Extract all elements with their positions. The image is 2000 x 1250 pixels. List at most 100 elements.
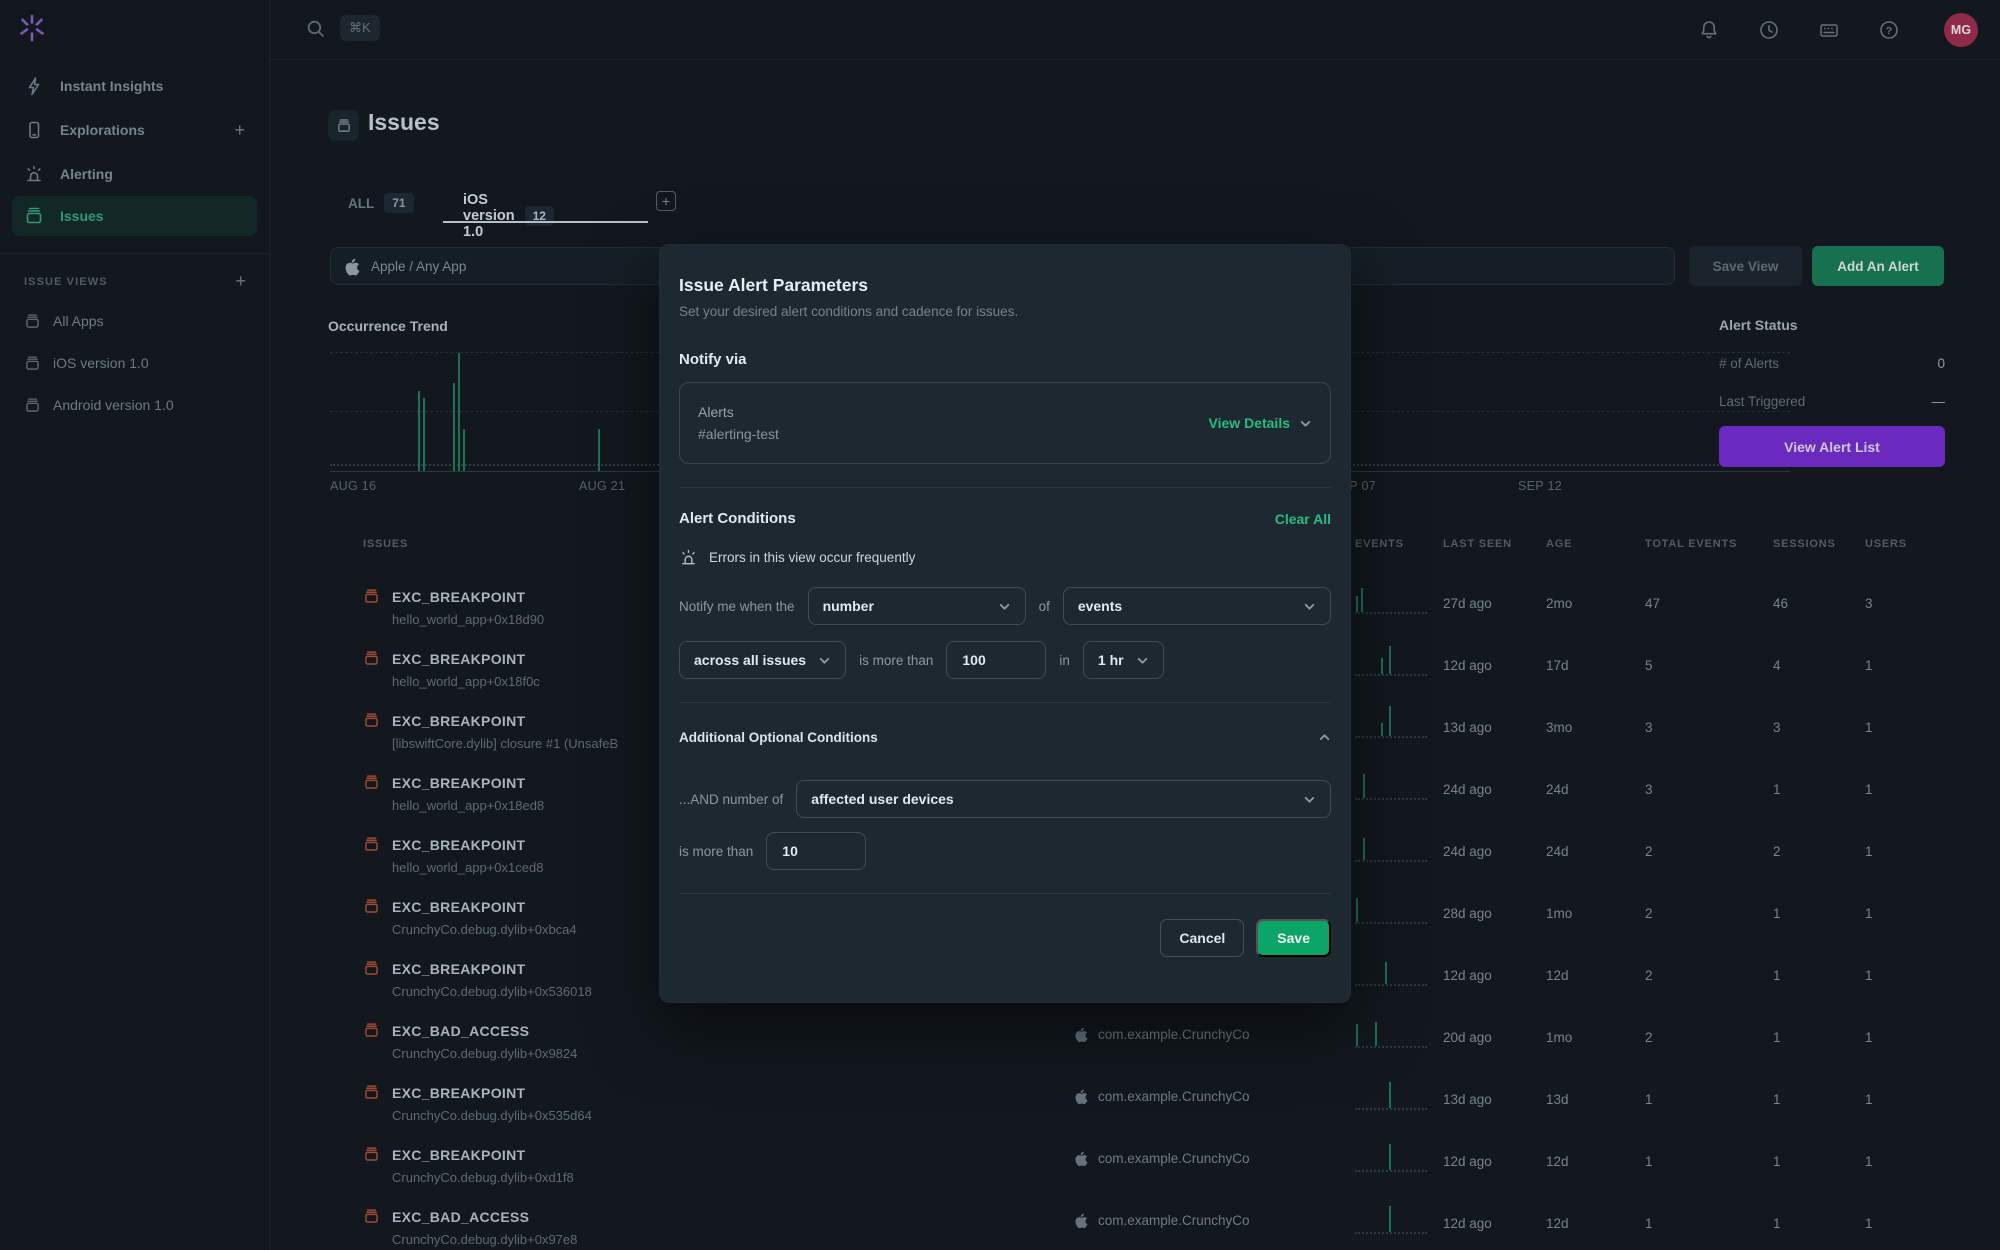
sidebar-nav: Instant Insights Explorations + Alerting… — [0, 64, 269, 236]
view-details-link[interactable]: View Details — [1209, 415, 1312, 431]
sidebar-item-label: Alerting — [60, 166, 113, 182]
notify-integration-name: Alerts — [698, 404, 779, 420]
issue-subtitle: CrunchyCo.debug.dylib+0xbca4 — [392, 922, 577, 937]
events-sparkline — [1355, 1200, 1427, 1234]
alert-status-row: Last Triggered — — [1719, 394, 1945, 409]
global-search[interactable]: ⌘K — [305, 15, 380, 41]
alert-conditions-heading: Alert Conditions — [679, 510, 796, 527]
table-row[interactable]: EXC_BREAKPOINT CrunchyCo.debug.dylib+0xd… — [0, 1126, 2000, 1188]
events-sparkline — [1355, 1138, 1427, 1172]
additional-conditions-toggle[interactable]: Additional Optional Conditions — [679, 730, 1331, 745]
last-seen-cell: 13d ago — [1443, 720, 1492, 735]
issue-icon — [363, 650, 380, 667]
users-cell: 1 — [1865, 658, 1873, 673]
chevron-down-icon — [998, 600, 1011, 613]
add-tab-button[interactable]: + — [656, 191, 676, 211]
notify-via-heading: Notify via — [679, 351, 1331, 368]
age-cell: 12d — [1546, 1216, 1569, 1231]
issue-alert-parameters-modal: Issue Alert Parameters Set your desired … — [659, 244, 1351, 1003]
metric-select[interactable]: number — [808, 587, 1026, 625]
app-logo-icon[interactable] — [16, 12, 48, 44]
last-seen-cell: 27d ago — [1443, 596, 1492, 611]
app-filter-label: Apple / Any App — [371, 259, 466, 274]
view-label: Android version 1.0 — [53, 397, 174, 413]
save-view-button[interactable]: Save View — [1689, 246, 1802, 286]
threshold-input[interactable] — [946, 641, 1046, 679]
issue-subtitle: hello_world_app+0x1ced8 — [392, 860, 543, 875]
alarm-icon — [679, 548, 698, 567]
age-cell: 13d — [1546, 1092, 1569, 1107]
add-issue-view-button[interactable]: + — [235, 271, 246, 292]
help-icon[interactable]: ? — [1878, 19, 1900, 41]
lightning-icon — [24, 76, 44, 96]
notifications-bell-icon[interactable] — [1698, 19, 1720, 41]
apple-icon — [1075, 1151, 1088, 1166]
sessions-cell: 4 — [1773, 658, 1781, 673]
issue-title: EXC_BAD_ACCESS — [392, 1023, 529, 1039]
add-exploration-button[interactable]: + — [234, 120, 245, 141]
alert-status-row: # of Alerts 0 — [1719, 356, 1945, 371]
users-cell: 1 — [1865, 1092, 1873, 1107]
time-window-select[interactable]: 1 hr — [1083, 641, 1164, 679]
age-cell: 17d — [1546, 658, 1569, 673]
chart-x-label: AUG 16 — [330, 479, 376, 493]
cancel-button[interactable]: Cancel — [1160, 919, 1244, 957]
chart-x-label: SEP 12 — [1518, 479, 1562, 493]
issue-views-list: All Apps iOS version 1.0 Android version… — [0, 300, 269, 426]
total-events-cell: 2 — [1645, 1030, 1653, 1045]
sidebar-item-label: Instant Insights — [60, 78, 163, 94]
table-row[interactable]: EXC_BREAKPOINT CrunchyCo.debug.dylib+0x5… — [0, 1064, 2000, 1126]
secondary-threshold-input[interactable] — [766, 832, 866, 870]
scope-select[interactable]: across all issues — [679, 641, 846, 679]
sidebar-item-instant-insights[interactable]: Instant Insights — [0, 64, 269, 108]
sidebar-item-alerting[interactable]: Alerting — [0, 152, 269, 196]
sidebar: Instant Insights Explorations + Alerting… — [0, 0, 270, 1250]
history-clock-icon[interactable] — [1758, 19, 1780, 41]
issue-icon — [363, 774, 380, 791]
total-events-cell: 1 — [1645, 1154, 1653, 1169]
table-row[interactable]: EXC_BAD_ACCESS CrunchyCo.debug.dylib+0x9… — [0, 1188, 2000, 1250]
issue-icon — [363, 960, 380, 977]
sidebar-item-ios-version[interactable]: iOS version 1.0 — [0, 342, 269, 384]
issue-subtitle: hello_world_app+0x18d90 — [392, 612, 544, 627]
last-seen-cell: 24d ago — [1443, 782, 1492, 797]
table-row[interactable]: EXC_BAD_ACCESS CrunchyCo.debug.dylib+0x9… — [0, 1002, 2000, 1064]
last-seen-cell: 12d ago — [1443, 658, 1492, 673]
users-cell: 1 — [1865, 782, 1873, 797]
add-an-alert-button[interactable]: Add An Alert — [1812, 246, 1944, 286]
issue-icon — [363, 1208, 380, 1225]
users-cell: 1 — [1865, 1030, 1873, 1045]
search-shortcut-badge: ⌘K — [340, 15, 380, 41]
user-avatar[interactable]: MG — [1944, 13, 1978, 47]
tab-all[interactable]: ALL 71 — [348, 193, 414, 213]
keyboard-shortcuts-icon[interactable] — [1818, 19, 1840, 41]
total-events-cell: 1 — [1645, 1216, 1653, 1231]
events-sparkline — [1355, 828, 1427, 862]
users-cell: 1 — [1865, 720, 1873, 735]
clear-all-link[interactable]: Clear All — [1275, 511, 1331, 527]
issue-subtitle: [libswiftCore.dylib] closure #1 (UnsafeB — [392, 736, 618, 751]
save-button[interactable]: Save — [1256, 919, 1331, 957]
sidebar-item-android-version[interactable]: Android version 1.0 — [0, 384, 269, 426]
sessions-cell: 1 — [1773, 782, 1781, 797]
sessions-cell: 1 — [1773, 1216, 1781, 1231]
sidebar-item-all-apps[interactable]: All Apps — [0, 300, 269, 342]
notify-when-label: Notify me when the — [679, 599, 795, 614]
and-number-of-label: ...AND number of — [679, 792, 783, 807]
total-events-cell: 2 — [1645, 968, 1653, 983]
target-select[interactable]: events — [1063, 587, 1331, 625]
chevron-down-icon — [1299, 417, 1312, 430]
secondary-metric-select[interactable]: affected user devices — [796, 780, 1331, 818]
events-sparkline — [1355, 580, 1427, 614]
sidebar-item-issues[interactable]: Issues — [12, 196, 257, 236]
users-cell: 1 — [1865, 844, 1873, 859]
issue-title: EXC_BREAKPOINT — [392, 1147, 525, 1163]
sidebar-item-explorations[interactable]: Explorations + — [0, 108, 269, 152]
age-cell: 1mo — [1546, 1030, 1572, 1045]
issue-title: EXC_BREAKPOINT — [392, 837, 525, 853]
notify-channel-card: Alerts #alerting-test View Details — [679, 382, 1331, 464]
tab-ios-version[interactable]: iOS version 1.0 12 — [463, 192, 554, 240]
secondary-comparator-label: is more than — [679, 844, 753, 859]
issue-title: EXC_BREAKPOINT — [392, 961, 525, 977]
view-alert-list-button[interactable]: View Alert List — [1719, 426, 1945, 467]
